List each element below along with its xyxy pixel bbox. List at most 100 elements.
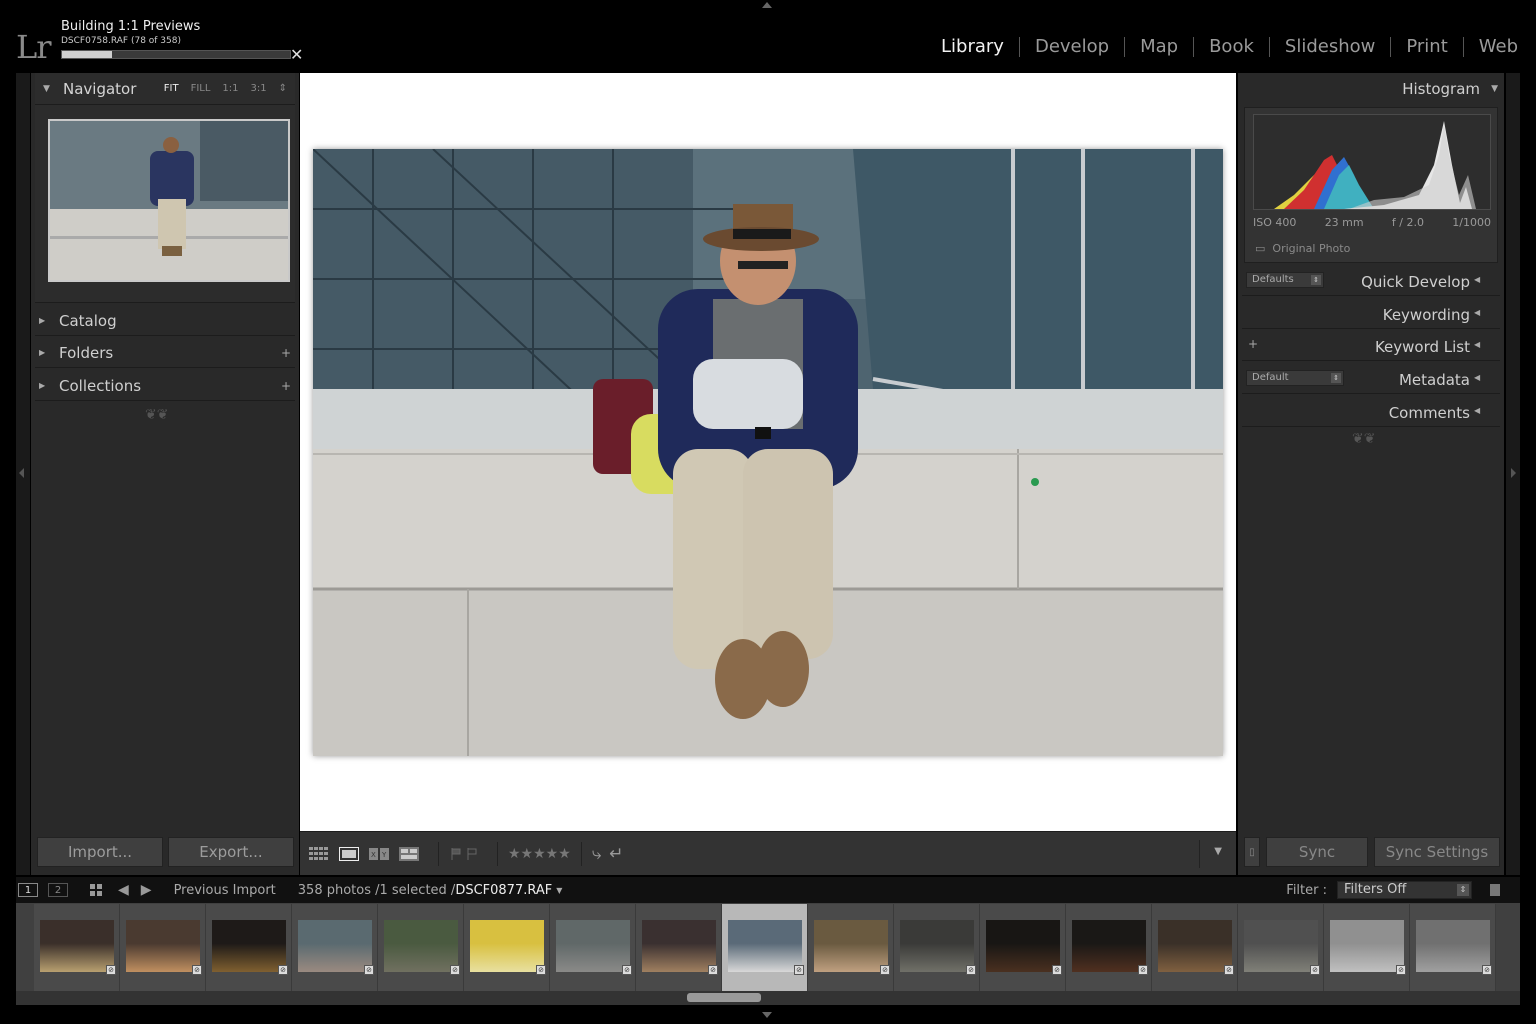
filmstrip-cell[interactable]: ⊘ [120, 904, 206, 991]
filmstrip-thumbnail[interactable] [1330, 920, 1404, 972]
scrollbar-thumb[interactable] [687, 993, 761, 1002]
filmstrip-cell[interactable]: ⊘ [550, 904, 636, 991]
cancel-task-icon[interactable]: ✕ [290, 45, 303, 64]
edit-badge-icon[interactable]: ⊘ [794, 965, 804, 975]
filmstrip-thumbnail[interactable] [1244, 920, 1318, 972]
filmstrip-thumbnail[interactable] [1072, 920, 1146, 972]
quick-develop-section[interactable]: Defaults ⇕ Quick Develop ◀ [1242, 266, 1500, 296]
collapse-triangle-icon[interactable]: ▼ [1480, 84, 1498, 94]
edit-badge-icon[interactable]: ⊘ [450, 965, 460, 975]
source-label[interactable]: Previous Import [174, 883, 276, 898]
stepper-icon[interactable]: ⇕ [1331, 373, 1341, 383]
star-rating[interactable]: ★★★★★ [508, 846, 571, 862]
filmstrip-cell[interactable]: ⊘ [894, 904, 980, 991]
edit-badge-icon[interactable]: ⊘ [364, 965, 374, 975]
collapse-triangle-icon[interactable]: ▼ [43, 84, 63, 94]
filmstrip-thumbnail[interactable] [900, 920, 974, 972]
edit-badge-icon[interactable]: ⊘ [1138, 965, 1148, 975]
filmstrip-thumbnail[interactable] [470, 920, 544, 972]
collapse-top-panel-icon[interactable] [762, 2, 772, 8]
expand-triangle-icon[interactable]: ▶ [35, 381, 59, 390]
filter-select[interactable]: Filters Off ⇕ [1337, 881, 1472, 899]
filmstrip-thumbnail[interactable] [1416, 920, 1490, 972]
module-slideshow[interactable]: Slideshow [1270, 36, 1390, 57]
auto-sync-switch[interactable]: ▯ [1244, 837, 1260, 867]
flag-reject-icon[interactable] [465, 846, 479, 862]
grid-view-icon[interactable] [90, 884, 102, 896]
edit-badge-icon[interactable]: ⊘ [622, 965, 632, 975]
zoom-fit[interactable]: FIT [164, 83, 179, 94]
module-map[interactable]: Map [1125, 36, 1193, 57]
stepper-icon[interactable]: ⇕ [1311, 275, 1321, 285]
filmstrip-cell[interactable]: ⊘ [34, 904, 120, 991]
keywording-section[interactable]: Keywording ◀ [1242, 299, 1500, 329]
expand-triangle-icon[interactable]: ◀ [1474, 275, 1494, 284]
filter-lock-icon[interactable] [1490, 884, 1500, 896]
expand-triangle-icon[interactable]: ▶ [35, 316, 59, 325]
filmstrip-cell[interactable]: ⊘ [1410, 904, 1496, 991]
filmstrip-thumbnail[interactable] [642, 920, 716, 972]
filmstrip-thumbnail[interactable] [1158, 920, 1232, 972]
edit-badge-icon[interactable]: ⊘ [192, 965, 202, 975]
edit-badge-icon[interactable]: ⊘ [106, 965, 116, 975]
zoom-fill[interactable]: FILL [191, 83, 211, 94]
edit-badge-icon[interactable]: ⊘ [1052, 965, 1062, 975]
add-keyword-icon[interactable]: + [1248, 337, 1258, 351]
filmstrip-cell[interactable]: ⊘ [808, 904, 894, 991]
sync-button[interactable]: Sync [1266, 837, 1368, 867]
filmstrip-thumbnail[interactable] [814, 920, 888, 972]
filmstrip-cell[interactable]: ⊘ [1152, 904, 1238, 991]
left-panel-edge[interactable] [16, 73, 30, 875]
sync-settings-button[interactable]: Sync Settings [1374, 837, 1500, 867]
checkbox-icon[interactable]: ▭ [1255, 242, 1265, 255]
filmstrip-thumbnail[interactable] [298, 920, 372, 972]
collapse-right-panel-icon[interactable] [1511, 468, 1516, 478]
edit-badge-icon[interactable]: ⊘ [880, 965, 890, 975]
edit-badge-icon[interactable]: ⊘ [1310, 965, 1320, 975]
secondary-window-button[interactable]: 2 [48, 883, 68, 897]
flag-pick-icon[interactable] [449, 846, 463, 862]
edit-badge-icon[interactable]: ⊘ [278, 965, 288, 975]
add-folder-icon[interactable]: + [281, 346, 291, 360]
rotate-left-icon[interactable]: ⤷ [592, 844, 602, 864]
module-develop[interactable]: Develop [1020, 36, 1124, 57]
metadata-preset-select[interactable]: Default ⇕ [1246, 370, 1344, 386]
collapse-filmstrip-icon[interactable] [762, 1012, 772, 1018]
navigator-preview[interactable] [48, 119, 290, 282]
filmstrip-cell[interactable]: ⊘ [1238, 904, 1324, 991]
filmstrip-cell[interactable]: ⊘ [636, 904, 722, 991]
histogram-graph[interactable] [1253, 114, 1491, 210]
toolbar-options-chevron-icon[interactable]: ▼ [1214, 846, 1222, 857]
compare-view-icon[interactable]: XY [368, 846, 390, 862]
zoom-1-1[interactable]: 1:1 [222, 83, 238, 94]
edit-badge-icon[interactable]: ⊘ [966, 965, 976, 975]
comments-section[interactable]: Comments ◀ [1242, 397, 1500, 427]
filmstrip-thumbnail[interactable] [728, 920, 802, 972]
module-book[interactable]: Book [1194, 36, 1269, 57]
module-web[interactable]: Web [1464, 36, 1518, 57]
grid-view-icon[interactable] [308, 846, 330, 862]
loupe-view-icon[interactable] [338, 846, 360, 862]
filename-menu-chevron-icon[interactable]: ▼ [556, 886, 562, 895]
collections-section[interactable]: ▶ Collections + [35, 371, 295, 401]
edit-badge-icon[interactable]: ⊘ [1396, 965, 1406, 975]
catalog-section[interactable]: ▶ Catalog [35, 306, 295, 336]
histogram-header[interactable]: Histogram ▼ [1402, 80, 1498, 98]
stepper-icon[interactable]: ⇕ [1457, 884, 1469, 896]
filmstrip-cell[interactable]: ⊘ [722, 904, 808, 991]
filmstrip-scrollbar[interactable] [16, 991, 1520, 1005]
import-button[interactable]: Import... [37, 837, 163, 867]
survey-view-icon[interactable] [398, 846, 420, 862]
metadata-section[interactable]: Default ⇕ Metadata ◀ [1242, 364, 1500, 394]
zoom-menu-icon[interactable]: ⇕ [279, 83, 287, 94]
zoom-3-1[interactable]: 3:1 [251, 83, 267, 94]
selected-filename[interactable]: DSCF0877.RAF [455, 883, 552, 898]
primary-window-button[interactable]: 1 [18, 883, 38, 897]
main-photo[interactable] [313, 149, 1223, 756]
expand-triangle-icon[interactable]: ◀ [1474, 373, 1494, 382]
right-panel-edge[interactable] [1506, 73, 1520, 875]
filmstrip-cell[interactable]: ⊘ [1324, 904, 1410, 991]
module-print[interactable]: Print [1391, 36, 1462, 57]
folders-section[interactable]: ▶ Folders + [35, 338, 295, 368]
filmstrip-cell[interactable]: ⊘ [1066, 904, 1152, 991]
